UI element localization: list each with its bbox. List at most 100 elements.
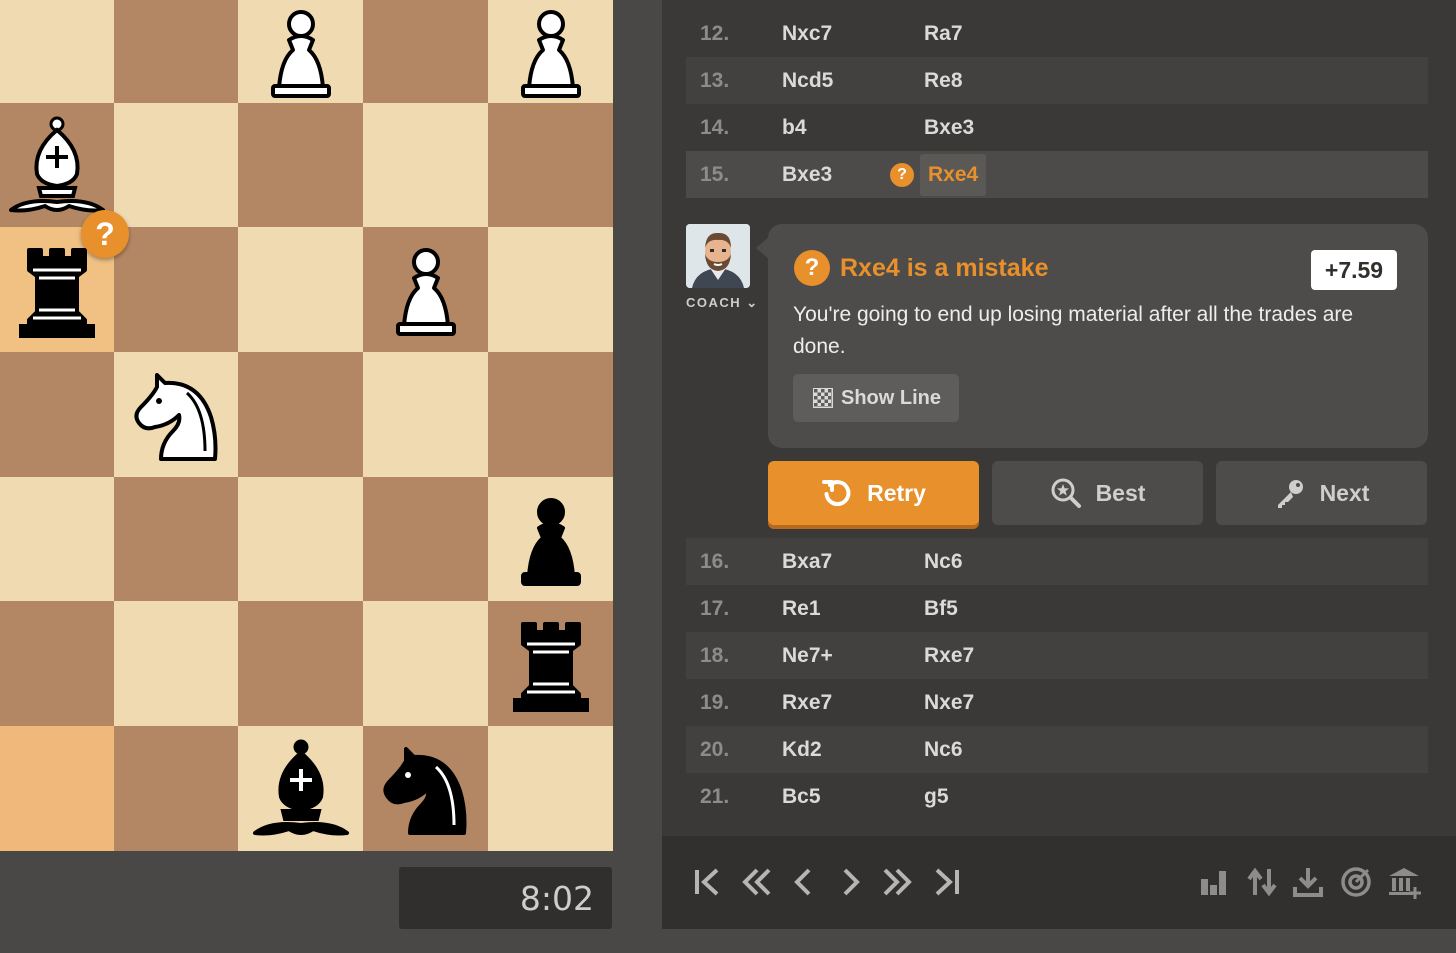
white-move[interactable]: Nxc7 (782, 22, 924, 46)
board-square[interactable] (114, 0, 239, 103)
best-move-button[interactable]: Best (992, 461, 1203, 525)
board-square[interactable] (488, 0, 613, 103)
black-move[interactable]: Re8 (924, 69, 1024, 93)
board-square[interactable] (363, 103, 488, 228)
board-square[interactable] (0, 0, 114, 103)
flip-board-icon[interactable] (1242, 856, 1282, 908)
board-square[interactable] (0, 726, 114, 851)
board-square[interactable] (238, 726, 363, 851)
move-row[interactable]: 12. Nxc7 Ra7 (686, 10, 1428, 57)
board-square[interactable] (238, 227, 363, 352)
move-row[interactable]: 19. Rxe7 Nxe7 (686, 679, 1428, 726)
board-square[interactable] (488, 601, 613, 726)
coach-avatar[interactable] (686, 224, 750, 288)
board-square[interactable] (363, 726, 488, 851)
board-square[interactable] (363, 601, 488, 726)
black-move[interactable]: Nc6 (924, 738, 1024, 762)
stats-icon[interactable] (1194, 856, 1234, 908)
board-square[interactable] (114, 726, 239, 851)
board-square[interactable] (114, 103, 239, 228)
move-row[interactable]: 16. Bxa7 Nc6 (686, 538, 1428, 585)
black-move[interactable]: Bxe3 (924, 116, 1024, 140)
retry-button[interactable]: Retry (768, 461, 979, 525)
move-number: 21. (700, 784, 730, 808)
white-bishop-icon[interactable] (7, 116, 107, 216)
black-move[interactable]: Nc6 (924, 550, 1024, 574)
white-pawn-icon[interactable] (501, 2, 601, 102)
move-row[interactable]: 18. Ne7+ Rxe7 (686, 632, 1428, 679)
white-move[interactable]: Ne7+ (782, 644, 924, 668)
next-icon[interactable] (830, 856, 870, 908)
black-pawn-icon[interactable] (501, 490, 601, 590)
white-pawn-icon[interactable] (251, 2, 351, 102)
board-square[interactable] (363, 477, 488, 602)
board-square[interactable] (238, 601, 363, 726)
prev-icon[interactable] (784, 856, 824, 908)
board-square[interactable] (114, 601, 239, 726)
board-square[interactable] (363, 352, 488, 477)
white-move[interactable]: Kd2 (782, 738, 924, 762)
black-move[interactable]: Nxe7 (924, 691, 1024, 715)
white-move[interactable]: Bxa7 (782, 550, 924, 574)
board-square[interactable] (0, 477, 114, 602)
download-icon[interactable] (1288, 856, 1328, 908)
first-move-icon[interactable] (688, 856, 728, 908)
move-number: 14. (700, 115, 730, 139)
move-list-top: 12. Nxc7 Ra7 13. Ncd5 Re8 14. b4 Bxe3 15… (686, 10, 1428, 198)
white-pawn-icon[interactable] (376, 240, 476, 340)
move-row[interactable]: 21. Bc5 g5 (686, 773, 1428, 820)
board-square[interactable] (488, 103, 613, 228)
board-square[interactable] (114, 477, 239, 602)
white-knight-icon[interactable] (127, 365, 227, 465)
black-move[interactable]: g5 (924, 785, 1024, 809)
board-square[interactable] (0, 103, 114, 228)
black-bishop-icon[interactable] (251, 739, 351, 839)
board-square[interactable] (363, 0, 488, 103)
board-square[interactable] (238, 477, 363, 602)
white-move[interactable]: Re1 (782, 597, 924, 621)
move-row-selected[interactable]: 15. Bxe3 ? Rxe4 (686, 151, 1428, 198)
move-row[interactable]: 13. Ncd5 Re8 (686, 57, 1428, 104)
board-square[interactable] (238, 0, 363, 103)
board-square[interactable] (238, 352, 363, 477)
board-square[interactable] (488, 227, 613, 352)
next-button[interactable]: Next (1216, 461, 1427, 525)
black-move[interactable]: Ra7 (924, 22, 1024, 46)
coach-label-text: COACH (686, 295, 742, 310)
black-rook-icon[interactable] (501, 614, 601, 714)
coach-title-text: Rxe4 is a mistake (840, 253, 1049, 282)
fast-forward-icon[interactable] (878, 856, 918, 908)
board-square[interactable] (363, 227, 488, 352)
board-square[interactable] (0, 352, 114, 477)
move-number: 13. (700, 68, 730, 92)
black-knight-icon[interactable] (376, 739, 476, 839)
target-icon[interactable] (1336, 856, 1376, 908)
black-move-selected[interactable]: Rxe4 (920, 153, 987, 196)
white-move[interactable]: Rxe7 (782, 691, 924, 715)
board-square[interactable] (488, 352, 613, 477)
black-move[interactable]: Rxe7 (924, 644, 1024, 668)
black-move[interactable]: Bf5 (924, 597, 1024, 621)
coach-dropdown[interactable]: COACH ⌄ (686, 295, 759, 311)
explorer-icon[interactable] (1384, 856, 1424, 908)
chess-board[interactable] (0, 0, 613, 851)
move-row[interactable]: 17. Re1 Bf5 (686, 585, 1428, 632)
fast-back-icon[interactable] (736, 856, 776, 908)
best-label: Best (1095, 479, 1146, 506)
white-move[interactable]: b4 (782, 116, 924, 140)
last-move-icon[interactable] (926, 856, 966, 908)
board-square[interactable] (488, 477, 613, 602)
white-move[interactable]: Ncd5 (782, 69, 924, 93)
mistake-question-icon: ? (794, 250, 830, 286)
board-square[interactable] (114, 352, 239, 477)
move-row[interactable]: 14. b4 Bxe3 (686, 104, 1428, 151)
white-move[interactable]: Bc5 (782, 785, 924, 809)
move-row[interactable]: 20. Kd2 Nc6 (686, 726, 1428, 773)
board-square[interactable] (238, 103, 363, 228)
coach-title: ? Rxe4 is a mistake (794, 250, 1048, 286)
board-square[interactable] (488, 726, 613, 851)
board-square[interactable] (0, 601, 114, 726)
move-number: 18. (700, 643, 730, 667)
show-line-button[interactable]: Show Line (793, 374, 959, 422)
board-square[interactable] (114, 227, 239, 352)
